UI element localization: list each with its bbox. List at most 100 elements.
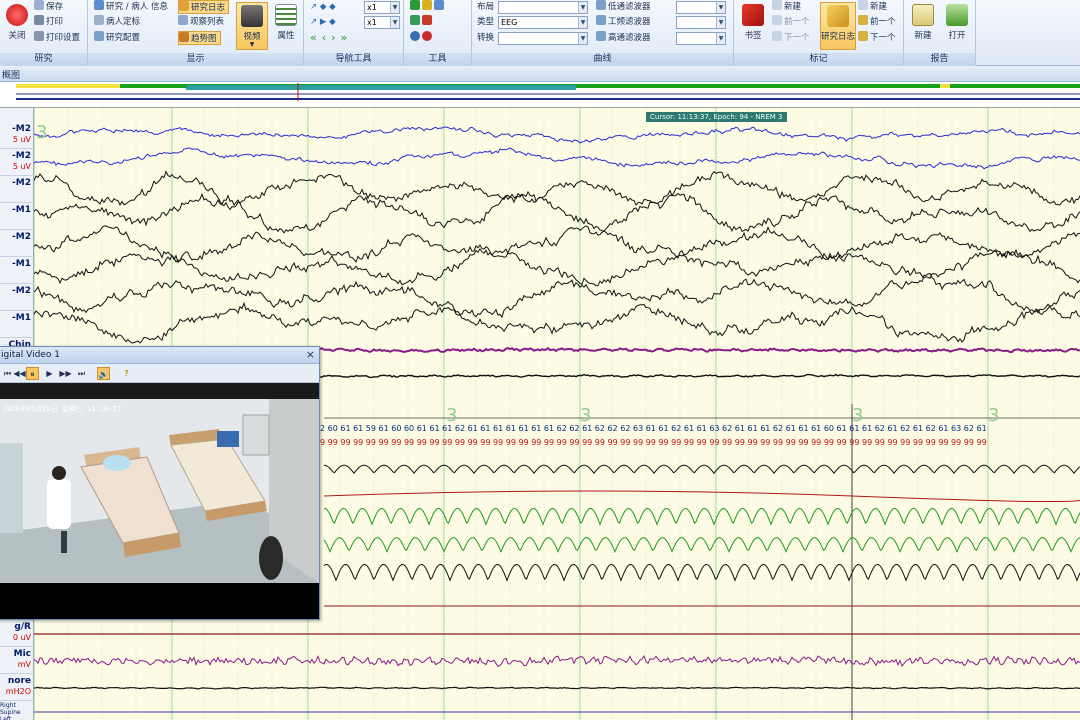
- channel-label[interactable]: -M2: [0, 176, 34, 203]
- channel-name: g/R: [14, 622, 31, 632]
- channel-scale: 5 uV: [12, 135, 31, 144]
- patient-calibration-button[interactable]: 病人定标: [94, 15, 140, 29]
- person-icon: [94, 0, 104, 10]
- channel-label[interactable]: -M1: [0, 311, 34, 338]
- skip-forward-icon[interactable]: ⏭: [75, 367, 88, 380]
- print-setup-icon: [34, 31, 44, 41]
- highpass-select[interactable]: ▼: [676, 32, 726, 45]
- notch-select[interactable]: ▼: [676, 16, 726, 29]
- save-icon: [34, 0, 44, 10]
- report-open-button[interactable]: 打开: [940, 2, 974, 50]
- report-new-button[interactable]: 新建: [906, 2, 940, 50]
- bookmark-prev-button[interactable]: 前一个: [772, 15, 810, 29]
- study-config-button[interactable]: 研究配置: [94, 31, 140, 45]
- video-titlebar[interactable]: igital Video 1 ×: [0, 347, 319, 364]
- search-icon: [410, 31, 420, 41]
- epoch-stage-marker: 3: [852, 405, 863, 426]
- ribbon-group-report: 新建 打开 报告: [904, 0, 976, 66]
- digital-video-window[interactable]: igital Video 1 × ⏮ ◀◀ ⏸ ▶ ▶▶ ⏭ 🔊 ? 2026年…: [0, 346, 320, 620]
- video-frame: 2026年05月20日 星期三 11:10:27: [0, 383, 319, 619]
- log-prev-button[interactable]: 前一个: [858, 15, 896, 29]
- flag-icon: [742, 4, 764, 26]
- study-log-marker-button[interactable]: 研究日志: [820, 2, 856, 50]
- play-icon[interactable]: ▶: [43, 367, 56, 380]
- hypnogram-stage-green-2: [950, 84, 1080, 88]
- room-camera-image: [0, 383, 319, 619]
- properties-button[interactable]: 属性: [270, 2, 302, 50]
- pause-icon[interactable]: ⏸: [26, 367, 39, 380]
- chevron-down-icon: ▼: [390, 17, 399, 28]
- channel-name: -M1: [12, 205, 31, 215]
- channel-label[interactable]: -M2 5 uV: [0, 122, 34, 149]
- rewind-icon[interactable]: ◀◀: [13, 367, 26, 380]
- heart-rate-values: 9 99 99 99 99 99 99 99 99 99 99 99 99 99…: [320, 438, 987, 447]
- bookmark-new-button[interactable]: 新建: [772, 0, 801, 14]
- close-icon[interactable]: ×: [306, 348, 315, 361]
- chevron-down-icon: ▼: [578, 2, 587, 13]
- time-scale-select[interactable]: x1 ▼: [364, 1, 400, 14]
- transform-select[interactable]: ▼: [498, 32, 588, 45]
- ribbon-group-tools: 工具: [404, 0, 472, 66]
- amplitude-scale-select[interactable]: x1 ▼: [364, 16, 400, 29]
- highpass-label: 高通滤波器: [596, 31, 651, 45]
- ribbon-toolbar: 关闭 保存 打印 打印设置 研究 研究 / 病人 信息 病人定标 研究配置 研究…: [0, 0, 1080, 66]
- list-icon: [178, 15, 188, 25]
- speaker-icon[interactable]: 🔊: [97, 367, 110, 380]
- ribbon-group-study: 关闭 保存 打印 打印设置 研究: [0, 0, 88, 66]
- next-icon: [858, 31, 868, 41]
- channel-label[interactable]: -M2 5 uV: [0, 149, 34, 176]
- save-button[interactable]: 保存: [34, 0, 63, 14]
- layout-select[interactable]: ▼: [498, 1, 588, 14]
- montage-icon: [410, 15, 420, 25]
- type-select[interactable]: EEG ▼: [498, 16, 588, 29]
- cursor-epoch-label: Cursor: 11:13:37, Epoch: 94 - NREM 3: [646, 112, 787, 122]
- notch-label: 工频滤波器: [596, 15, 651, 29]
- channel-label[interactable]: g/R 0 uV: [0, 620, 34, 647]
- help-icon[interactable]: ?: [120, 367, 133, 380]
- video-title: igital Video 1: [1, 350, 60, 360]
- study-patient-info-button[interactable]: 研究 / 病人 信息: [94, 0, 168, 14]
- nav-row-2[interactable]: ↗ ▶ ◆: [310, 15, 336, 29]
- lowpass-select[interactable]: ▼: [676, 1, 726, 14]
- chevron-down-icon: ▼: [249, 41, 255, 48]
- channel-label[interactable]: Mic mV: [0, 647, 34, 674]
- chevron-down-icon: ▼: [578, 33, 587, 44]
- ribbon-group-label: 曲线: [472, 53, 733, 66]
- channel-label[interactable]: Right Supine Left: [0, 700, 34, 720]
- video-controls: ⏮ ◀◀ ⏸ ▶ ▶▶ ⏭ 🔊 ?: [0, 364, 319, 383]
- trend-chart-toggle[interactable]: 趋势图: [178, 31, 221, 45]
- page-navigation-arrows[interactable]: «‹›»: [310, 31, 352, 45]
- ribbon-group-label: 研究: [0, 53, 87, 66]
- nav-row-1[interactable]: ↗ ◆ ◆: [310, 0, 336, 14]
- pencil-icon: [827, 5, 849, 27]
- bookmark-button[interactable]: 书签: [736, 2, 770, 50]
- channel-scale: 5 uV: [12, 162, 31, 171]
- log-new-button[interactable]: 新建: [858, 0, 887, 14]
- epoch-stage-marker: 3: [988, 405, 999, 426]
- watch-list-button[interactable]: 观察列表: [178, 15, 224, 29]
- print-setup-button[interactable]: 打印设置: [34, 31, 80, 45]
- channel-label[interactable]: -M1: [0, 257, 34, 284]
- print-button[interactable]: 打印: [34, 15, 63, 29]
- study-log-toggle[interactable]: 研究日志: [178, 0, 230, 14]
- close-icon: [6, 4, 28, 26]
- channel-label[interactable]: -M2: [0, 284, 34, 311]
- ribbon-group-label: 工具: [404, 53, 471, 66]
- log-next-button[interactable]: 下一个: [858, 31, 896, 45]
- chevron-down-icon: ▼: [390, 2, 399, 13]
- fast-forward-icon[interactable]: ▶▶: [59, 367, 72, 380]
- channel-name: -M1: [12, 259, 31, 269]
- tool-row-1[interactable]: [410, 0, 446, 14]
- trend-icon: [179, 32, 189, 42]
- tool-row-2[interactable]: [410, 15, 434, 29]
- channel-label[interactable]: -M2: [0, 230, 34, 257]
- channel-label[interactable]: -M1: [0, 203, 34, 230]
- filter-icon: [596, 0, 606, 10]
- channel-label[interactable]: nore mH2O: [0, 674, 34, 701]
- overview-hypnogram[interactable]: [0, 82, 1080, 108]
- select-tool-icon: [410, 0, 420, 10]
- tool-row-3[interactable]: [410, 31, 434, 45]
- close-study-button[interactable]: 关闭: [0, 2, 34, 50]
- bookmark-next-button[interactable]: 下一个: [772, 31, 810, 45]
- video-button[interactable]: 视频 ▼: [236, 2, 268, 50]
